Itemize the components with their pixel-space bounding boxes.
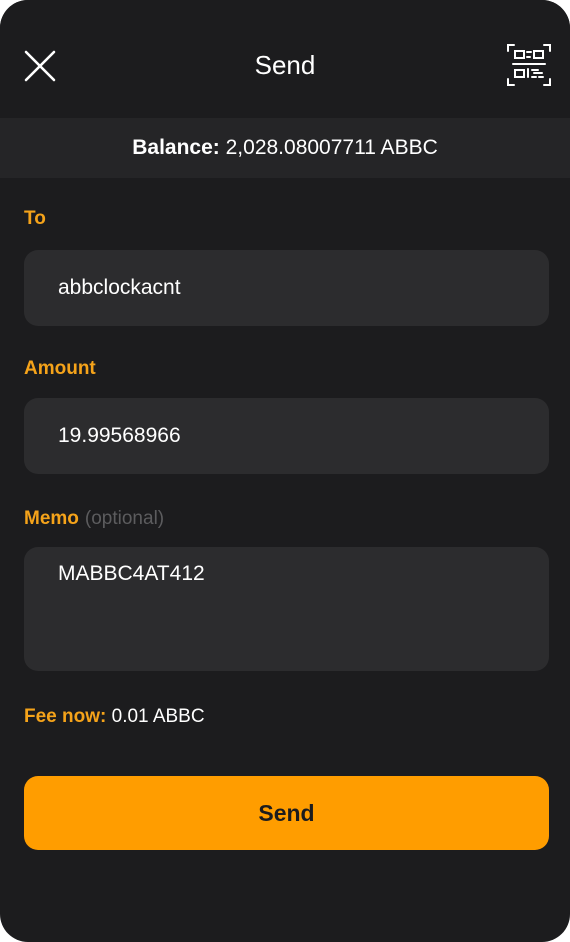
fee-row: Fee now: 0.01 ABBC (24, 706, 205, 728)
fee-label: Fee now: (24, 706, 107, 727)
amount-value: 19.99568966 (58, 424, 181, 447)
qr-scan-button[interactable] (505, 42, 553, 88)
balance-value: 2,028.08007711 ABBC (225, 136, 438, 159)
send-button[interactable]: Send (24, 776, 549, 850)
to-value: abbclockacnt (58, 276, 181, 299)
amount-label: Amount (24, 358, 96, 379)
memo-label-row: Memo (optional) (24, 508, 164, 530)
to-field[interactable]: abbclockacnt (24, 250, 549, 326)
memo-label: Memo (24, 508, 79, 529)
balance-label: Balance: (132, 136, 220, 159)
balance-bar: Balance: 2,028.08007711 ABBC (0, 118, 570, 178)
qr-scan-icon (507, 44, 551, 86)
close-button[interactable] (22, 48, 58, 84)
fee-value: 0.01 ABBC (111, 706, 205, 727)
memo-value: MABBC4AT412 (58, 562, 205, 585)
memo-field[interactable]: MABBC4AT412 (24, 547, 549, 671)
send-screen: Send Balance: 2,028.08007711 ABBC To abb… (0, 0, 570, 942)
header: Send (0, 0, 570, 118)
memo-optional-hint: (optional) (84, 508, 165, 529)
amount-field[interactable]: 19.99568966 (24, 398, 549, 474)
page-title: Send (254, 50, 316, 80)
close-icon (24, 50, 56, 82)
to-label: To (24, 208, 46, 229)
